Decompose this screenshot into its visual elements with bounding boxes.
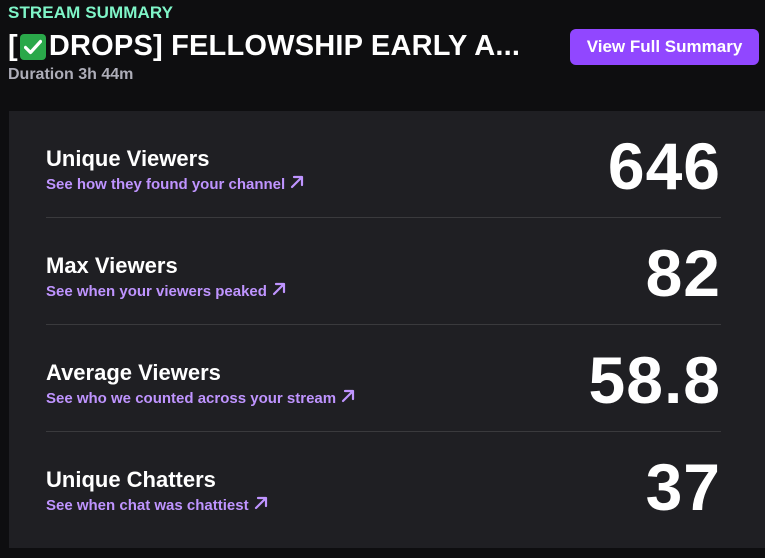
arrow-up-right-icon — [290, 175, 304, 193]
check-mark-icon — [19, 33, 46, 60]
stat-link-unique-chatters[interactable]: See when chat was chattiest — [46, 496, 268, 514]
stat-value: 37 — [645, 450, 721, 524]
stat-link-max-viewers[interactable]: See when your viewers peaked — [46, 282, 286, 300]
stat-unique-chatters: Unique Chatters See when chat was chatti… — [46, 432, 721, 539]
stat-link-average-viewers[interactable]: See who we counted across your stream — [46, 389, 355, 407]
stream-title-text: DROPS] FELLOWSHIP EARLY A... — [48, 30, 521, 62]
arrow-up-right-icon — [254, 496, 268, 514]
stream-summary-header: STREAM SUMMARY [ DROPS] FELLOWSHIP EARLY… — [0, 0, 765, 110]
stream-title: [ DROPS] FELLOWSHIP EARLY A... — [8, 30, 520, 63]
stat-value: 646 — [607, 129, 721, 203]
stat-unique-viewers: Unique Viewers See how they found your c… — [46, 111, 721, 218]
stat-link-label: See when chat was chattiest — [46, 496, 249, 514]
stat-max-viewers: Max Viewers See when your viewers peaked… — [46, 218, 721, 325]
section-label: STREAM SUMMARY — [8, 3, 174, 22]
stream-duration: Duration 3h 44m — [8, 66, 134, 83]
stat-link-unique-viewers[interactable]: See how they found your channel — [46, 175, 304, 193]
stat-value: 82 — [645, 236, 721, 310]
stats-panel: Unique Viewers See how they found your c… — [9, 111, 765, 548]
stat-value: 58.8 — [588, 343, 721, 417]
view-full-summary-button[interactable]: View Full Summary — [570, 29, 759, 65]
stat-link-label: See how they found your channel — [46, 175, 286, 193]
stat-title: Unique Viewers — [46, 146, 210, 171]
stat-average-viewers: Average Viewers See who we counted acros… — [46, 325, 721, 432]
arrow-up-right-icon — [272, 282, 286, 300]
stat-title: Unique Chatters — [46, 467, 216, 492]
stream-title-prefix: [ — [8, 30, 18, 62]
stat-link-label: See when your viewers peaked — [46, 282, 267, 300]
stat-title: Average Viewers — [46, 360, 221, 385]
arrow-up-right-icon — [341, 389, 355, 407]
stat-title: Max Viewers — [46, 253, 178, 278]
stat-link-label: See who we counted across your stream — [46, 389, 337, 407]
